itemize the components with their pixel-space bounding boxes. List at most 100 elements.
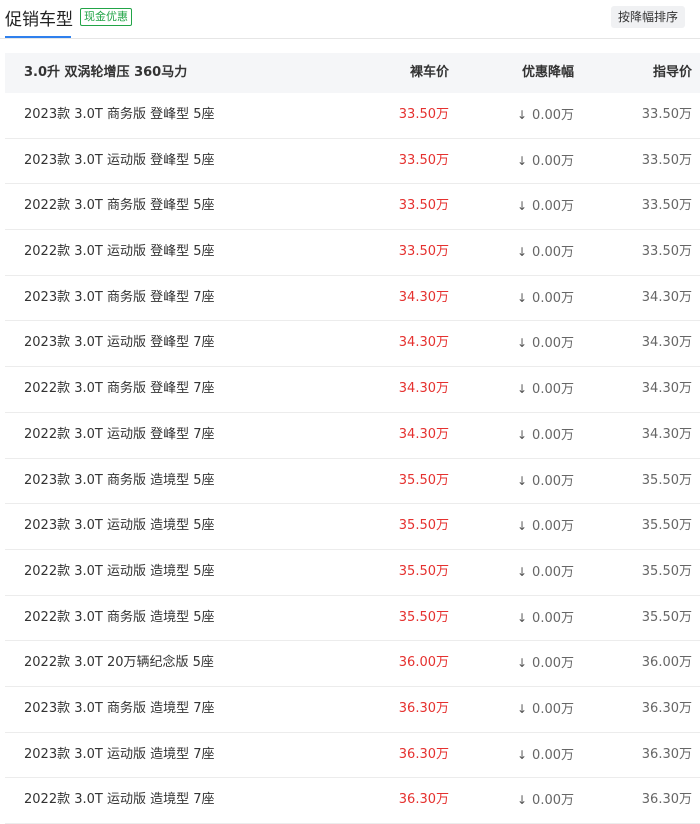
- table-header-row: 3.0升 双涡轮增压 360马力 裸车价 优惠降幅 指导价: [5, 53, 700, 93]
- model-name[interactable]: 2022款 3.0T 运动版 造境型 5座: [24, 550, 215, 594]
- guide-price: 34.30万: [641, 335, 692, 351]
- guide-price: 33.50万: [641, 198, 692, 214]
- guide-price: 33.50万: [641, 152, 692, 168]
- model-name[interactable]: 2022款 3.0T 运动版 登峰型 7座: [24, 413, 215, 457]
- drop-value: 0.00万: [532, 610, 574, 626]
- discount-drop: ↓ 0.00万: [517, 139, 574, 184]
- guide-price: 36.30万: [641, 746, 692, 762]
- discount-drop: ↓ 0.00万: [517, 550, 574, 595]
- discount-drop: ↓ 0.00万: [517, 459, 574, 504]
- table-row[interactable]: 2022款 3.0T 运动版 登峰型 7座 34.30万 ↓ 0.00万 34.30万: [5, 413, 700, 459]
- drop-value: 0.00万: [532, 656, 574, 672]
- column-header-price: 裸车价: [409, 65, 449, 80]
- drop-value: 0.00万: [532, 427, 574, 443]
- table-row[interactable]: 2023款 3.0T 商务版 登峰型 7座 34.30万 ↓ 0.00万 34.30万: [5, 276, 700, 322]
- bare-price: 34.30万: [398, 335, 449, 351]
- section-header: 促销车型 现金优惠 按降幅排序: [0, 0, 700, 39]
- drop-value: 0.00万: [532, 519, 574, 535]
- discount-drop: ↓ 0.00万: [517, 778, 574, 823]
- table-row[interactable]: 2023款 3.0T 运动版 造境型 5座 35.50万 ↓ 0.00万 35.50万: [5, 504, 700, 550]
- bare-price: 33.50万: [398, 107, 449, 122]
- discount-drop: ↓ 0.00万: [517, 596, 574, 641]
- discount-drop: ↓ 0.00万: [517, 504, 574, 549]
- model-name[interactable]: 2022款 3.0T 商务版 登峰型 7座: [24, 367, 215, 411]
- guide-price: 34.30万: [641, 426, 692, 442]
- table-row[interactable]: 2023款 3.0T 商务版 登峰型 5座 33.50万 ↓ 0.00万 33.50万: [5, 93, 700, 139]
- down-arrow-icon: ↓: [516, 701, 528, 716]
- guide-price: 35.50万: [641, 472, 692, 488]
- sort-by-drop-button[interactable]: 按降幅排序: [610, 6, 685, 28]
- model-name[interactable]: 2022款 3.0T 20万辆纪念版 5座: [24, 641, 214, 685]
- model-name[interactable]: 2023款 3.0T 运动版 造境型 7座: [24, 733, 215, 777]
- discount-drop: ↓ 0.00万: [517, 413, 574, 458]
- table-row[interactable]: 2022款 3.0T 20万辆纪念版 5座 36.00万 ↓ 0.00万 36.00万: [5, 641, 700, 687]
- tab-promo-models[interactable]: 促销车型: [5, 0, 73, 38]
- discount-drop: ↓ 0.00万: [517, 276, 574, 321]
- bare-price: 36.30万: [398, 792, 449, 808]
- down-arrow-icon: ↓: [516, 656, 528, 671]
- model-name[interactable]: 2023款 3.0T 商务版 登峰型 7座: [24, 276, 215, 320]
- drop-value: 0.00万: [532, 108, 574, 123]
- discount-drop: ↓ 0.00万: [517, 93, 574, 138]
- table-row[interactable]: 2022款 3.0T 运动版 造境型 7座 36.30万 ↓ 0.00万 36.30万: [5, 778, 700, 824]
- down-arrow-icon: ↓: [516, 519, 528, 534]
- table-body: 2023款 3.0T 商务版 登峰型 5座 33.50万 ↓ 0.00万 33.50万 2…: [5, 93, 700, 824]
- engine-group-title: 3.0升 双涡轮增压 360马力: [24, 65, 188, 80]
- table-row[interactable]: 2022款 3.0T 商务版 登峰型 5座 33.50万 ↓ 0.00万 33.50万: [5, 184, 700, 231]
- table-row[interactable]: 2023款 3.0T 运动版 登峰型 7座 34.30万 ↓ 0.00万 34.30万: [5, 321, 700, 368]
- down-arrow-icon: ↓: [516, 382, 528, 397]
- bare-price: 35.50万: [398, 472, 449, 488]
- column-header-drop: 优惠降幅: [521, 65, 574, 80]
- bare-price: 34.30万: [398, 289, 449, 305]
- drop-value: 0.00万: [532, 473, 574, 489]
- discount-drop: ↓ 0.00万: [517, 367, 574, 412]
- down-arrow-icon: ↓: [516, 473, 528, 488]
- drop-value: 0.00万: [532, 382, 574, 398]
- bare-price: 36.30万: [398, 700, 449, 716]
- down-arrow-icon: ↓: [516, 199, 528, 214]
- guide-price: 36.30万: [641, 792, 692, 808]
- model-name[interactable]: 2022款 3.0T 运动版 登峰型 5座: [24, 230, 215, 274]
- bare-price: 33.50万: [398, 198, 449, 214]
- promo-table: 3.0升 双涡轮增压 360马力 裸车价 优惠降幅 指导价 2023款 3.0T…: [5, 53, 700, 824]
- model-name[interactable]: 2023款 3.0T 运动版 登峰型 7座: [24, 321, 215, 365]
- table-row[interactable]: 2022款 3.0T 商务版 造境型 5座 35.50万 ↓ 0.00万 35.50万: [5, 596, 700, 642]
- bare-price: 35.50万: [398, 518, 449, 534]
- down-arrow-icon: ↓: [516, 153, 528, 168]
- down-arrow-icon: ↓: [516, 610, 528, 625]
- model-name[interactable]: 2023款 3.0T 运动版 造境型 5座: [24, 504, 215, 548]
- drop-value: 0.00万: [532, 793, 574, 809]
- table-row[interactable]: 2022款 3.0T 运动版 造境型 5座 35.50万 ↓ 0.00万 35.50万: [5, 550, 700, 596]
- model-name[interactable]: 2023款 3.0T 商务版 登峰型 5座: [24, 93, 215, 137]
- cash-discount-badge: 现金优惠: [80, 8, 132, 26]
- discount-drop: ↓ 0.00万: [517, 321, 574, 366]
- table-row[interactable]: 2023款 3.0T 商务版 造境型 5座 35.50万 ↓ 0.00万 35.50万: [5, 459, 700, 505]
- down-arrow-icon: ↓: [516, 564, 528, 579]
- bare-price: 36.30万: [398, 746, 449, 762]
- guide-price: 35.50万: [641, 518, 692, 534]
- tab-title: 促销车型: [5, 10, 73, 30]
- discount-drop: ↓ 0.00万: [517, 184, 574, 229]
- guide-price: 33.50万: [641, 107, 692, 122]
- model-name[interactable]: 2022款 3.0T 商务版 登峰型 5座: [24, 184, 215, 228]
- model-name[interactable]: 2022款 3.0T 运动版 造境型 7座: [24, 778, 215, 822]
- down-arrow-icon: ↓: [516, 427, 528, 442]
- guide-price: 36.00万: [641, 655, 692, 671]
- discount-drop: ↓ 0.00万: [517, 733, 574, 778]
- table-row[interactable]: 2023款 3.0T 商务版 造境型 7座 36.30万 ↓ 0.00万 36.30万: [5, 687, 700, 733]
- model-name[interactable]: 2023款 3.0T 商务版 造境型 5座: [24, 459, 215, 503]
- guide-price: 36.30万: [641, 700, 692, 716]
- model-name[interactable]: 2023款 3.0T 运动版 登峰型 5座: [24, 139, 215, 183]
- table-row[interactable]: 2023款 3.0T 运动版 登峰型 5座 33.50万 ↓ 0.00万 33.50万: [5, 139, 700, 185]
- down-arrow-icon: ↓: [516, 245, 528, 260]
- table-row[interactable]: 2022款 3.0T 运动版 登峰型 5座 33.50万 ↓ 0.00万 33.50万: [5, 230, 700, 276]
- bare-price: 36.00万: [398, 655, 449, 671]
- discount-drop: ↓ 0.00万: [517, 641, 574, 686]
- column-header-guide: 指导价: [652, 65, 692, 80]
- model-name[interactable]: 2022款 3.0T 商务版 造境型 5座: [24, 596, 215, 640]
- bare-price: 35.50万: [398, 609, 449, 625]
- table-row[interactable]: 2023款 3.0T 运动版 造境型 7座 36.30万 ↓ 0.00万 36.30万: [5, 733, 700, 779]
- table-row[interactable]: 2022款 3.0T 商务版 登峰型 7座 34.30万 ↓ 0.00万 34.30万: [5, 367, 700, 413]
- drop-value: 0.00万: [532, 564, 574, 580]
- model-name[interactable]: 2023款 3.0T 商务版 造境型 7座: [24, 687, 215, 731]
